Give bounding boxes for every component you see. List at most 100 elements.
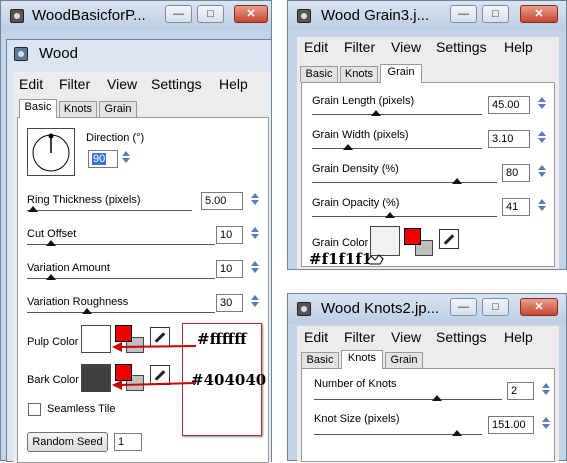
grain-opacity-input[interactable]: 41 (502, 198, 530, 216)
tab-basic[interactable]: Basic (19, 99, 57, 118)
tab-grain[interactable]: Grain (99, 101, 137, 117)
grain-width-thumb[interactable] (343, 144, 353, 150)
random-seed-button[interactable]: Random Seed (27, 432, 108, 452)
number-of-knots-thumb[interactable] (432, 395, 442, 401)
grain-density-thumb[interactable] (452, 178, 462, 184)
grain-color-label: Grain Color (312, 237, 369, 249)
variation-amount-label: Variation Amount (27, 262, 110, 274)
minimize-button[interactable]: — (165, 5, 192, 23)
maximize-button[interactable]: □ (482, 5, 509, 23)
eyedropper-icon[interactable] (150, 365, 170, 385)
titlebar: WoodBasicforP... — □ ✕ (1, 1, 271, 31)
pulp-red-swatch[interactable] (115, 325, 132, 342)
knot-size-thumb[interactable] (452, 430, 462, 436)
bark-color-swatch[interactable] (81, 364, 111, 392)
knot-size-label: Knot Size (pixels) (314, 413, 400, 425)
grain-opacity-label: Grain Opacity (%) (312, 197, 400, 209)
grain-red-swatch[interactable] (404, 228, 421, 245)
cut-offset-thumb[interactable] (46, 240, 56, 246)
close-button[interactable]: ✕ (520, 5, 558, 23)
grain-opacity-slider[interactable] (312, 216, 497, 217)
direction-value: 90 (92, 153, 107, 165)
menu-help[interactable]: Help (504, 39, 533, 55)
hex-annotation-box: #ffffff #404040 (182, 323, 266, 436)
tab-knots[interactable]: Knots (59, 101, 97, 117)
direction-input[interactable]: 90 (88, 150, 118, 168)
menubar: Edit Filter View Settings Help (13, 74, 271, 96)
variation-roughness-thumb[interactable] (82, 308, 92, 314)
grain-length-slider[interactable] (312, 114, 482, 115)
number-of-knots-slider[interactable] (314, 399, 502, 400)
grain-length-input[interactable]: 45.00 (488, 96, 530, 114)
menu-view[interactable]: View (391, 39, 421, 55)
pulp-color-swatch[interactable] (81, 325, 111, 353)
ring-thickness-thumb[interactable] (28, 206, 38, 212)
grain-length-spinner[interactable] (536, 96, 547, 114)
ring-thickness-slider[interactable] (27, 210, 192, 211)
menu-settings[interactable]: Settings (436, 39, 487, 55)
eyedropper-icon[interactable] (439, 229, 459, 249)
menu-edit[interactable]: Edit (19, 76, 43, 92)
ring-thickness-spinner[interactable] (249, 192, 260, 210)
direction-dial[interactable] (27, 128, 75, 176)
grain-width-input[interactable]: 3.10 (488, 130, 530, 148)
tab-knots[interactable]: Knots (340, 66, 378, 82)
window-title: Wood Grain3.j... (321, 7, 430, 24)
minimize-button[interactable]: — (450, 298, 477, 316)
menu-edit[interactable]: Edit (304, 329, 328, 345)
eyedropper-icon[interactable] (150, 327, 170, 347)
tab-basic[interactable]: Basic (301, 352, 339, 368)
tab-grain[interactable]: Grain (385, 352, 423, 368)
seamless-tile-checkbox[interactable] (28, 403, 41, 416)
variation-roughness-input[interactable]: 30 (216, 294, 243, 312)
window-title: Wood Knots2.jp... (321, 300, 440, 317)
grain-density-slider[interactable] (312, 182, 497, 183)
grain-opacity-spinner[interactable] (536, 198, 547, 216)
knot-size-spinner[interactable] (540, 416, 551, 434)
tab-basic[interactable]: Basic (300, 66, 338, 82)
grain-opacity-thumb[interactable] (385, 212, 395, 218)
tab-knots[interactable]: Knots (341, 350, 383, 369)
menu-settings[interactable]: Settings (151, 76, 202, 92)
grain-client: Edit Filter View Settings Help Basic Kno… (297, 37, 559, 269)
tab-grain[interactable]: Grain (380, 64, 422, 83)
menu-help[interactable]: Help (504, 329, 533, 345)
menu-edit[interactable]: Edit (304, 39, 328, 55)
grain-width-spinner[interactable] (536, 130, 547, 148)
seamless-tile-label: Seamless Tile (47, 403, 116, 415)
cut-offset-input[interactable]: 10 (216, 226, 243, 244)
variation-roughness-slider[interactable] (27, 312, 215, 313)
maximize-button[interactable]: □ (482, 298, 509, 316)
close-button[interactable]: ✕ (234, 5, 268, 23)
camera-icon (297, 302, 311, 316)
grain-panel: Grain Length (pixels) 45.00 Grain Width … (301, 82, 555, 267)
grain-length-thumb[interactable] (371, 110, 381, 116)
menu-filter[interactable]: Filter (59, 76, 90, 92)
bark-red-swatch[interactable] (115, 364, 132, 381)
close-button[interactable]: ✕ (520, 298, 558, 316)
random-seed-input[interactable]: 1 (114, 433, 142, 451)
grain-density-spinner[interactable] (536, 164, 547, 182)
menu-help[interactable]: Help (219, 76, 248, 92)
knot-size-input[interactable]: 151.00 (488, 416, 534, 434)
menu-view[interactable]: View (107, 76, 137, 92)
minimize-button[interactable]: — (450, 5, 477, 23)
variation-amount-thumb[interactable] (46, 274, 56, 280)
grain-density-input[interactable]: 80 (502, 164, 530, 182)
grain-width-slider[interactable] (312, 148, 482, 149)
cut-offset-spinner[interactable] (249, 226, 260, 244)
variation-roughness-label: Variation Roughness (27, 296, 129, 308)
menu-settings[interactable]: Settings (436, 329, 487, 345)
menu-filter[interactable]: Filter (344, 329, 375, 345)
direction-spinner[interactable] (120, 150, 131, 168)
variation-amount-input[interactable]: 10 (216, 260, 243, 278)
grain-density-label: Grain Density (%) (312, 163, 399, 175)
maximize-button[interactable]: □ (197, 5, 224, 23)
menu-view[interactable]: View (391, 329, 421, 345)
ring-thickness-input[interactable]: 5.00 (201, 192, 243, 210)
menu-filter[interactable]: Filter (344, 39, 375, 55)
number-of-knots-input[interactable]: 2 (507, 382, 534, 400)
variation-roughness-spinner[interactable] (249, 294, 260, 312)
variation-amount-spinner[interactable] (249, 260, 260, 278)
number-of-knots-spinner[interactable] (540, 382, 551, 400)
